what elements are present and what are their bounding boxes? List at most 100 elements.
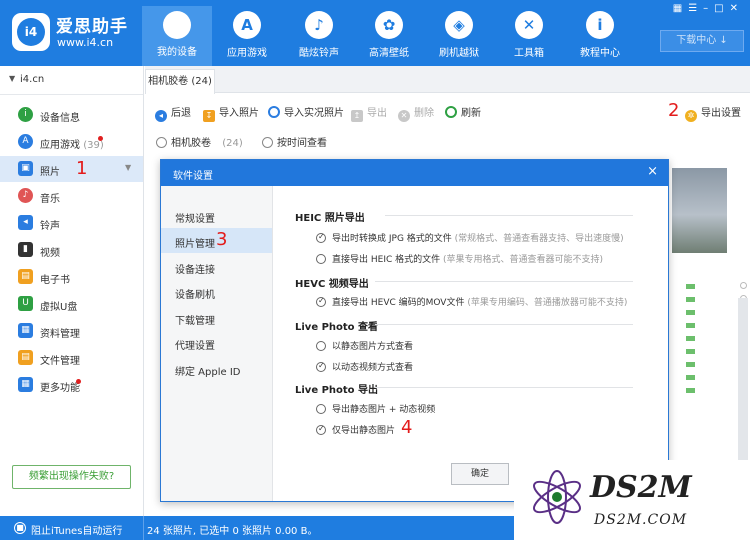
notification-dot bbox=[98, 136, 103, 141]
dialog-title: 软件设置 bbox=[173, 171, 213, 182]
scrollbar[interactable] bbox=[738, 298, 748, 470]
tools-icon: ✕ bbox=[515, 11, 543, 39]
skin-icon[interactable]: ▦ bbox=[673, 3, 688, 14]
heic-convert-jpg-option[interactable]: 导出时转换成 JPG 格式的文件 (常规格式、普通查看器支持、导出速度慢) bbox=[316, 231, 624, 244]
refresh-icon bbox=[445, 106, 457, 118]
dialog-nav-apple-id[interactable]: 绑定 Apple ID bbox=[161, 356, 272, 381]
maximize-icon[interactable]: □ bbox=[714, 3, 729, 14]
download-center-button[interactable]: 下载中心 ↓ bbox=[660, 30, 744, 52]
sidebar-item-photos[interactable]: ▣ 照片 ▼ bbox=[0, 156, 143, 182]
sidebar-item-music[interactable]: ♪ 音乐 bbox=[0, 183, 143, 209]
ok-button[interactable]: 确定 bbox=[451, 463, 509, 485]
collapse-arrow-icon[interactable]: ▼ bbox=[9, 74, 15, 83]
nav-wallpapers[interactable]: ✿ 高清壁纸 bbox=[354, 7, 424, 63]
folder-icon: ▤ bbox=[18, 350, 33, 365]
radio-button[interactable] bbox=[316, 404, 326, 414]
delete-button[interactable]: ✕ 删除 bbox=[398, 104, 434, 122]
app-name: 爱思助手 bbox=[56, 17, 128, 37]
atom-logo-icon bbox=[533, 470, 581, 524]
chevron-down-icon[interactable]: ▼ bbox=[125, 163, 131, 172]
sidebar-item-ringtones[interactable]: ◂ 铃声 bbox=[0, 210, 143, 236]
radio-button[interactable] bbox=[156, 137, 167, 148]
nav-apps-games[interactable]: A 应用游戏 bbox=[212, 7, 282, 63]
live-view-static-option[interactable]: 以静态图片方式查看 bbox=[316, 339, 413, 352]
info-icon: i bbox=[18, 107, 33, 122]
radio-checked[interactable] bbox=[316, 296, 326, 307]
radio-button[interactable] bbox=[316, 254, 326, 264]
block-itunes-toggle[interactable]: ■ 阻止iTunes自动运行 bbox=[0, 516, 144, 540]
photo-count-status: 24 张照片, 已选中 0 张照片 0.00 B。 bbox=[147, 526, 318, 537]
hevc-direct-export-option[interactable]: 直接导出 HEVC 编码的MOV文件 (苹果专用编码、普通播放器可能不支持) bbox=[316, 295, 627, 308]
minimize-icon[interactable]: – bbox=[703, 3, 714, 14]
dialog-nav-proxy[interactable]: 代理设置 bbox=[161, 330, 272, 355]
window-controls[interactable]: ▦☰–□✕ bbox=[673, 3, 744, 14]
sidebar-item-file-management[interactable]: ▤ 文件管理 bbox=[0, 345, 143, 371]
tab-camera-roll[interactable]: 相机胶卷 (24) bbox=[145, 69, 215, 94]
back-button[interactable]: ◂ 后退 bbox=[155, 104, 191, 122]
export-settings-button[interactable]: ✲ 导出设置 bbox=[685, 104, 741, 122]
live-export-both-option[interactable]: 导出静态图片 + 动态视频 bbox=[316, 402, 435, 415]
radio-button[interactable] bbox=[316, 341, 326, 351]
menu-icon[interactable]: ☰ bbox=[688, 3, 703, 14]
live-photo-view-section-title: Live Photo 查看 bbox=[295, 322, 379, 333]
grid-icon: ▦ bbox=[18, 377, 33, 392]
apps-count: (39) bbox=[83, 140, 104, 151]
report-failure-button[interactable]: 频繁出现操作失败? bbox=[12, 465, 131, 489]
speaker-icon: ◂ bbox=[18, 215, 33, 230]
heic-section-title: HEIC 照片导出 bbox=[295, 213, 365, 224]
radio-checked[interactable] bbox=[316, 232, 326, 243]
music-icon: ♪ bbox=[18, 188, 33, 203]
export-button[interactable]: ↥ 导出 bbox=[351, 104, 387, 122]
nav-my-device[interactable]: 我的设备 bbox=[142, 6, 212, 66]
nav-toolbox[interactable]: ✕ 工具箱 bbox=[494, 7, 564, 63]
sidebar-item-more[interactable]: ▦ 更多功能 bbox=[0, 372, 143, 398]
box-icon: ◈ bbox=[445, 11, 473, 39]
app-store-icon: A bbox=[233, 11, 261, 39]
dialog-nav-download[interactable]: 下载管理 bbox=[161, 305, 272, 330]
dialog-nav-device-flash[interactable]: 设备刷机 bbox=[161, 279, 272, 304]
notification-dot bbox=[76, 379, 81, 384]
divider bbox=[385, 215, 633, 216]
sidebar-item-apps[interactable]: A 应用游戏 (39) bbox=[0, 129, 143, 155]
dialog-nav-general[interactable]: 常规设置 bbox=[161, 203, 272, 228]
photo-row[interactable] bbox=[686, 282, 748, 291]
dialog-nav-device-connection[interactable]: 设备连接 bbox=[161, 254, 272, 279]
app-window: i4 爱思助手 www.i4.cn 我的设备 A 应用游戏 ♪ 酷炫铃声 ✿ 高… bbox=[0, 0, 750, 540]
dialog-title-bar: 软件设置 × bbox=[161, 160, 668, 186]
close-icon[interactable]: ✕ bbox=[730, 3, 744, 14]
sidebar-item-virtual-udisk[interactable]: U 虚拟U盘 bbox=[0, 291, 143, 317]
live-view-video-option[interactable]: 以动态视频方式查看 bbox=[316, 360, 413, 373]
live-export-static-only-option[interactable]: 仅导出静态图片 bbox=[316, 423, 395, 436]
radio-button[interactable] bbox=[262, 137, 273, 148]
sidebar-item-data-management[interactable]: ▦ 资料管理 bbox=[0, 318, 143, 344]
refresh-button[interactable]: 刷新 bbox=[445, 104, 481, 119]
photo-thumbnail[interactable] bbox=[672, 168, 727, 253]
live-photo-export-section-title: Live Photo 导出 bbox=[295, 385, 379, 396]
close-icon[interactable]: × bbox=[647, 164, 658, 179]
nav-tutorials[interactable]: i 教程中心 bbox=[565, 7, 635, 63]
back-arrow-icon: ◂ bbox=[155, 110, 167, 122]
device-selector[interactable]: ▼ i4.cn bbox=[0, 66, 143, 95]
watermark-brand: DS2M bbox=[590, 470, 692, 505]
radio-checked[interactable] bbox=[316, 424, 326, 435]
device-name: i4.cn bbox=[20, 74, 45, 85]
step-marker-4: 4 bbox=[401, 417, 413, 438]
video-icon: ▮ bbox=[18, 242, 33, 257]
import-photos-button[interactable]: ↧ 导入照片 bbox=[203, 104, 259, 122]
view-by-time-option[interactable]: 按时间查看 bbox=[262, 134, 327, 149]
view-camera-roll-option[interactable]: 相机胶卷 (24) bbox=[156, 134, 243, 149]
divider bbox=[375, 324, 633, 325]
book-icon: ▤ bbox=[18, 269, 33, 284]
heic-direct-export-option[interactable]: 直接导出 HEIC 格式的文件 (苹果专用格式、普通查看器可能不支持) bbox=[316, 252, 603, 265]
import-live-photos-button[interactable]: 导入实况照片 bbox=[268, 104, 344, 119]
radio-checked[interactable] bbox=[316, 361, 326, 372]
sidebar-item-ebooks[interactable]: ▤ 电子书 bbox=[0, 264, 143, 290]
export-icon: ↥ bbox=[351, 110, 363, 122]
nav-flash-jailbreak[interactable]: ◈ 刷机越狱 bbox=[424, 7, 494, 63]
sidebar-item-device-info[interactable]: i 设备信息 bbox=[0, 102, 143, 128]
sidebar-item-videos[interactable]: ▮ 视频 bbox=[0, 237, 143, 263]
live-photo-icon bbox=[268, 106, 280, 118]
bell-icon: ♪ bbox=[305, 11, 333, 39]
step-marker-3: 3 bbox=[216, 229, 228, 250]
nav-ringtones[interactable]: ♪ 酷炫铃声 bbox=[284, 7, 354, 63]
